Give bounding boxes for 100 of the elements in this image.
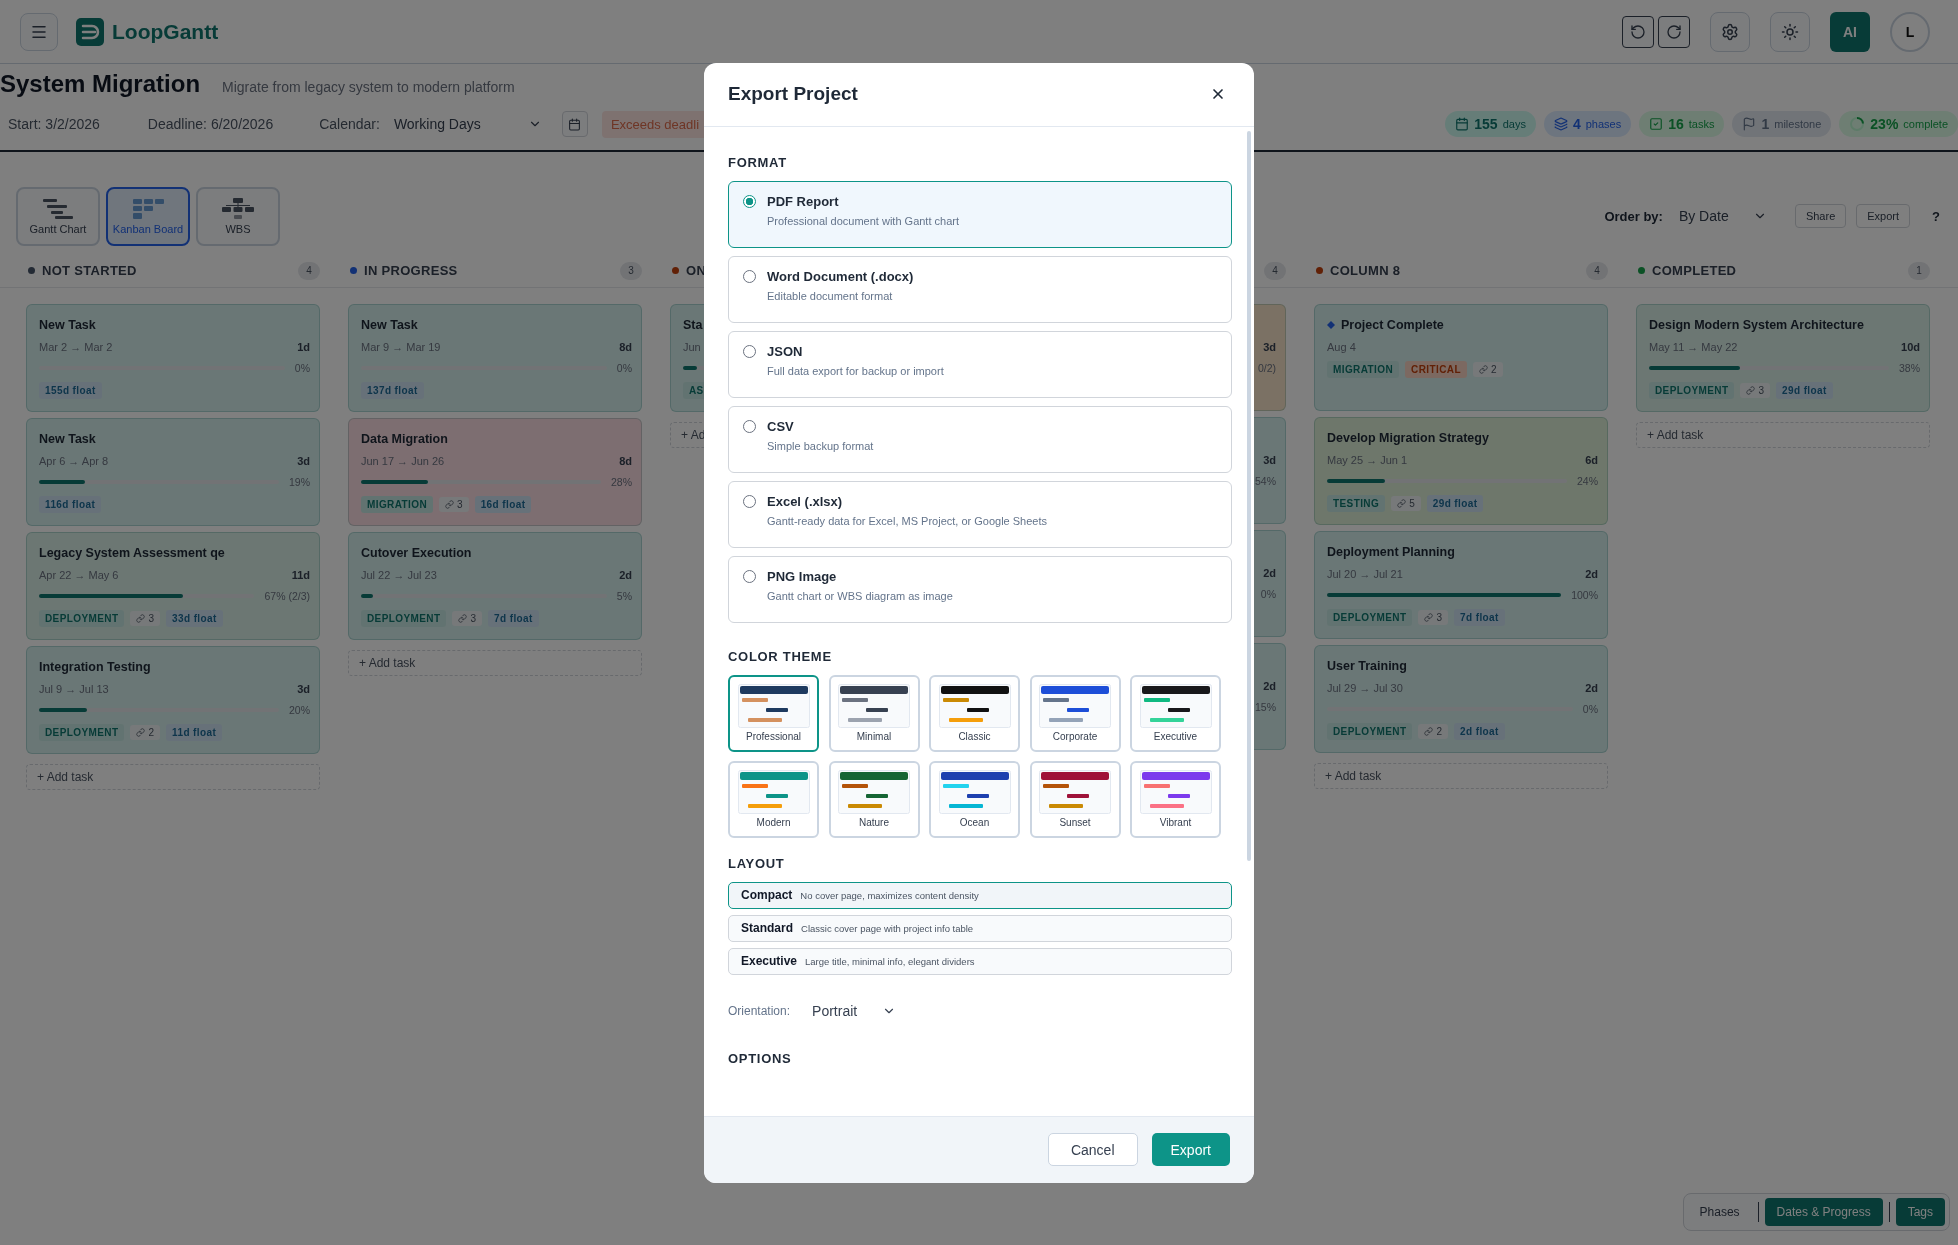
- milestone-card[interactable]: Project Complete Aug 4 MIGRATION CRITICAL 2: [1314, 304, 1608, 411]
- task-dates: Apr 6 → Apr 8: [39, 455, 109, 467]
- scrollbar-thumb[interactable]: [1247, 130, 1251, 861]
- theme-option[interactable]: Minimal: [828, 674, 920, 752]
- share-button[interactable]: Share: [1794, 204, 1847, 228]
- stat-value: 23%: [1870, 116, 1899, 132]
- add-task-button[interactable]: + Add task: [26, 764, 320, 790]
- redo-button[interactable]: [1658, 15, 1690, 48]
- display-toggle[interactable]: Phases: [1687, 1198, 1752, 1226]
- add-task-button[interactable]: + Add task: [1314, 763, 1608, 789]
- float-tag: 116d float: [39, 496, 102, 513]
- link-count: 2: [148, 727, 154, 738]
- task-dates: May 11 → May 22: [1649, 341, 1738, 353]
- layout-option[interactable]: Standard Classic cover page with project info table: [728, 914, 1232, 942]
- calendar-button[interactable]: [561, 111, 588, 137]
- task-duration: 2d: [1263, 680, 1276, 692]
- task-card[interactable]: Develop Migration Strategy May 25 → Jun 1 6d 24% TESTING 5 29d float: [1314, 417, 1608, 525]
- settings-button[interactable]: [1710, 11, 1750, 52]
- theme-preview-drawing: [838, 770, 910, 814]
- menu-button[interactable]: [20, 12, 58, 51]
- task-title: Deployment Planning: [1327, 544, 1456, 560]
- format-name: PNG Image: [767, 568, 838, 584]
- theme-option[interactable]: Corporate: [1029, 674, 1121, 752]
- float-tag: 16d float: [474, 496, 532, 513]
- layout-description: Large title, minimal info, elegant dividers: [805, 955, 975, 967]
- project-title: System Migration: [0, 70, 201, 98]
- export-confirm-button[interactable]: Export: [1151, 1133, 1230, 1166]
- view-tab[interactable]: WBS: [196, 186, 280, 246]
- column-count: 4: [1264, 261, 1286, 280]
- link-icon: [1478, 365, 1488, 374]
- radio-button[interactable]: [743, 194, 756, 208]
- layout-description: No cover page, maximizes content density: [800, 889, 979, 901]
- display-toggle[interactable]: Tags: [1895, 1198, 1945, 1226]
- section-heading: COLOR THEME: [728, 648, 833, 664]
- theme-option[interactable]: Professional: [728, 674, 819, 752]
- format-option[interactable]: PDF Report Professional document with Gantt chart: [728, 180, 1232, 248]
- layout-option[interactable]: Executive Large title, minimal info, elegant dividers: [728, 947, 1232, 975]
- progress-percent: 54%: [1255, 475, 1276, 487]
- task-card[interactable]: New Task Mar 2 → Mar 2 1d 0% 155d float: [26, 304, 320, 412]
- view-tab[interactable]: Gantt Chart: [16, 186, 100, 246]
- layout-option[interactable]: Compact No cover page, maximizes content density: [728, 881, 1232, 909]
- display-toggle[interactable]: Dates & Progress: [1764, 1198, 1883, 1226]
- float-tag: 2d float: [1454, 723, 1505, 740]
- task-duration: 3d: [297, 455, 310, 467]
- theme-option[interactable]: Nature: [828, 760, 920, 838]
- task-card[interactable]: New Task Mar 9 → Mar 19 8d 0% 137d float: [348, 304, 642, 412]
- format-option[interactable]: JSON Full data export for backup or import: [728, 330, 1232, 398]
- radio-button[interactable]: [743, 269, 756, 283]
- column-count: 4: [1586, 261, 1608, 280]
- theme-option[interactable]: Ocean: [929, 760, 1020, 838]
- task-duration: 2d: [1585, 568, 1598, 580]
- progress-percent: 5%: [616, 590, 632, 602]
- theme-option[interactable]: Vibrant: [1130, 760, 1221, 838]
- undo-button[interactable]: [1622, 15, 1654, 48]
- task-card[interactable]: Data Migration Jun 17 → Jun 26 8d 28% MIGRATION 3 16d float: [348, 418, 642, 526]
- theme-preview-drawing: [838, 684, 910, 728]
- task-dates: Mar 9 → Mar 19: [361, 341, 441, 353]
- help-button[interactable]: ?: [1932, 208, 1940, 224]
- order-select[interactable]: By Date: [1672, 204, 1773, 228]
- task-title: Data Migration: [361, 431, 449, 447]
- ai-button[interactable]: AI: [1830, 11, 1870, 52]
- view-tab[interactable]: Kanban Board: [106, 186, 190, 246]
- format-option[interactable]: CSV Simple backup format: [728, 405, 1232, 473]
- task-title: New Task: [39, 317, 97, 333]
- radio-button[interactable]: [743, 419, 756, 433]
- radio-button[interactable]: [743, 494, 756, 508]
- phase-tag: DEPLOYMENT: [1327, 723, 1413, 740]
- theme-option[interactable]: Classic: [929, 674, 1020, 752]
- task-title: User Training: [1327, 658, 1408, 674]
- task-card[interactable]: Design Modern System Architecture May 11 → May 22 10d 38% DEPLOYMENT 3 29d float: [1636, 304, 1930, 412]
- task-dates: May 25 → Jun 1: [1327, 454, 1408, 466]
- format-name: JSON: [767, 343, 804, 359]
- radio-button[interactable]: [743, 344, 756, 358]
- radio-button[interactable]: [743, 569, 756, 583]
- add-task-button[interactable]: + Add task: [348, 650, 642, 676]
- format-option[interactable]: PNG Image Gantt chart or WBS diagram as image: [728, 555, 1232, 623]
- cancel-button[interactable]: Cancel: [1047, 1133, 1138, 1166]
- phase-tag: DEPLOYMENT: [1327, 609, 1413, 626]
- task-card[interactable]: New Task Apr 6 → Apr 8 3d 19% 116d float: [26, 418, 320, 526]
- theme-option[interactable]: Modern: [728, 760, 819, 838]
- task-card[interactable]: Legacy System Assessment qe Apr 22 → May 6 11d 67% (2/3) DEPLOYMENT 3 33d float: [26, 532, 320, 640]
- column-count: 3: [620, 261, 642, 280]
- add-task-button[interactable]: + Add task: [1636, 422, 1930, 448]
- close-icon[interactable]: [1210, 86, 1226, 102]
- calendar-select[interactable]: Working Days: [387, 112, 548, 136]
- orientation-select[interactable]: Portrait: [806, 998, 903, 1023]
- column-title: COLUMN 8: [1330, 263, 1401, 278]
- start-date: Start: 3/2/2026: [8, 116, 100, 132]
- stat-label: tasks: [1688, 118, 1715, 130]
- dialog-title: Export Project: [728, 83, 858, 105]
- user-avatar[interactable]: L: [1890, 11, 1930, 52]
- theme-option[interactable]: Executive: [1130, 674, 1221, 752]
- format-option[interactable]: Excel (.xlsx) Gantt-ready data for Excel, MS Project, or Google Sheets: [728, 480, 1232, 548]
- task-title: Sta: [683, 317, 704, 333]
- logo-icon: [76, 17, 104, 46]
- theme-toggle-button[interactable]: [1770, 11, 1810, 52]
- phase-tag: DEPLOYMENT: [1649, 382, 1735, 399]
- theme-option[interactable]: Sunset: [1029, 760, 1121, 838]
- format-option[interactable]: Word Document (.docx) Editable document format: [728, 255, 1232, 323]
- export-button[interactable]: Export: [1856, 204, 1911, 228]
